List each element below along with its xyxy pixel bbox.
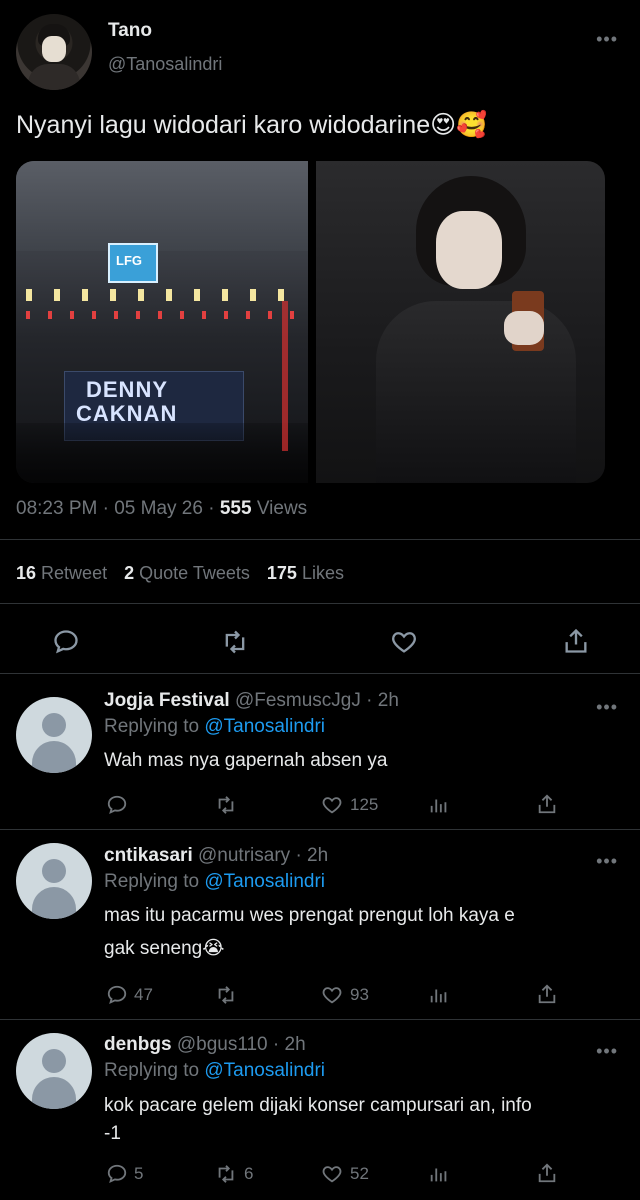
retweets-stat[interactable]: 16 Retweet	[16, 563, 112, 583]
quote-count: 2	[124, 563, 135, 583]
replying-to: Replying to @Tanosalindri	[104, 871, 325, 893]
more-options-icon[interactable]: •••	[596, 698, 618, 716]
replying-to: Replying to @Tanosalindri	[104, 1060, 325, 1082]
like-count: 52	[350, 1164, 369, 1183]
author-handle[interactable]: @Tanosalindri	[108, 54, 222, 75]
reply-retweet-button[interactable]	[214, 984, 244, 1006]
portrait-photo[interactable]	[316, 161, 605, 483]
more-options-icon[interactable]: •••	[596, 30, 618, 48]
more-options-icon[interactable]: •••	[596, 1042, 618, 1060]
reply-header: denbgs @bgus110 · 2h	[104, 1034, 306, 1056]
tweet-date: 05 May 26	[114, 498, 203, 519]
analytics-icon[interactable]	[428, 794, 450, 816]
retweet-count: 16	[16, 563, 37, 583]
reply-author-name[interactable]: denbgs	[104, 1034, 172, 1055]
quotes-stat[interactable]: 2 Quote Tweets	[124, 563, 255, 583]
separator: ·	[208, 498, 215, 519]
replying-to-link[interactable]: @Tanosalindri	[204, 871, 325, 892]
replying-to-link[interactable]: @Tanosalindri	[204, 1060, 325, 1081]
reply-icon[interactable]	[52, 628, 80, 656]
author-name[interactable]: Tano	[108, 20, 152, 42]
analytics-icon[interactable]	[428, 984, 450, 1006]
reply-age: · 2h	[272, 1034, 306, 1055]
share-icon[interactable]	[536, 1161, 558, 1185]
reply-text-line-2: gak seneng😭	[104, 938, 225, 959]
tweet-text: Nyanyi lagu widodari karo widodarine😍🥰	[16, 111, 488, 139]
share-icon[interactable]	[536, 982, 558, 1006]
retweet-icon[interactable]	[220, 628, 250, 656]
banner-logo-text: LFG	[116, 253, 142, 268]
reply-comment-button[interactable]: 47	[106, 984, 153, 1006]
more-options-icon[interactable]: •••	[596, 852, 618, 870]
reply-text-line-2: -1	[104, 1123, 121, 1144]
reply-text: Wah mas nya gapernah absen ya	[104, 750, 388, 771]
retweet-label: Retweet	[41, 563, 108, 583]
reply-author-name[interactable]: cntikasari	[104, 845, 193, 866]
reply-avatar[interactable]	[16, 1033, 92, 1109]
reply-retweet-button[interactable]: 6	[214, 1163, 253, 1185]
replying-prefix: Replying to	[104, 871, 200, 892]
author-avatar[interactable]	[16, 14, 92, 90]
reply-text-line-1: kok pacare gelem dijaki konser campursar…	[104, 1095, 532, 1116]
likes-stat[interactable]: 175 Likes	[267, 563, 344, 583]
banner-line-1: DENNY	[86, 377, 169, 402]
share-icon[interactable]	[562, 626, 590, 656]
reply-avatar[interactable]	[16, 843, 92, 919]
reply-like-button[interactable]: 125	[320, 794, 378, 816]
concert-photo[interactable]: LFG DENNY CAKNAN	[16, 161, 308, 483]
views-label: Views	[256, 498, 308, 519]
likes-label: Likes	[301, 563, 344, 583]
comment-count: 5	[134, 1164, 144, 1183]
like-icon[interactable]	[389, 628, 419, 656]
reply-like-button[interactable]: 52	[320, 1163, 369, 1185]
replying-prefix: Replying to	[104, 1060, 200, 1081]
comment-count: 47	[134, 985, 153, 1004]
like-count: 93	[350, 985, 369, 1004]
replying-to: Replying to @Tanosalindri	[104, 716, 325, 738]
reply-header: Jogja Festival @FesmuscJgJ · 2h	[104, 690, 399, 712]
reply-avatar[interactable]	[16, 697, 92, 773]
reply-age: · 2h	[295, 845, 329, 866]
quote-label: Quote Tweets	[139, 563, 250, 583]
reply-author-handle[interactable]: @bgus110	[177, 1034, 268, 1055]
replying-prefix: Replying to	[104, 716, 200, 737]
reply-comment-button[interactable]: 5	[106, 1163, 143, 1185]
reply-header: cntikasari @nutrisary · 2h	[104, 845, 328, 867]
replying-to-link[interactable]: @Tanosalindri	[204, 716, 325, 737]
reply-author-handle[interactable]: @nutrisary	[198, 845, 290, 866]
stats-row: 16 Retweet 2 Quote Tweets 175 Likes	[16, 563, 344, 584]
share-icon[interactable]	[536, 792, 558, 816]
reply-like-button[interactable]: 93	[320, 984, 369, 1006]
reply-age: · 2h	[366, 690, 399, 711]
reply-author-handle[interactable]: @FesmuscJgJ	[235, 690, 361, 711]
reply-comment-button[interactable]	[106, 794, 134, 816]
views-count: 555	[219, 498, 252, 519]
retweet-count: 6	[244, 1164, 254, 1183]
analytics-icon[interactable]	[428, 1163, 450, 1185]
reply-retweet-button[interactable]	[214, 794, 244, 816]
reply-text-line-1: mas itu pacarmu wes prengat prengut loh …	[104, 905, 515, 926]
likes-count: 175	[266, 563, 297, 583]
separator: ·	[102, 498, 109, 519]
tweet-time: 08:23 PM	[16, 498, 98, 519]
like-count: 125	[350, 795, 379, 814]
reply-author-name[interactable]: Jogja Festival	[104, 690, 230, 711]
timestamp-row: 08:23 PM · 05 May 26 · 555 Views	[16, 498, 307, 520]
